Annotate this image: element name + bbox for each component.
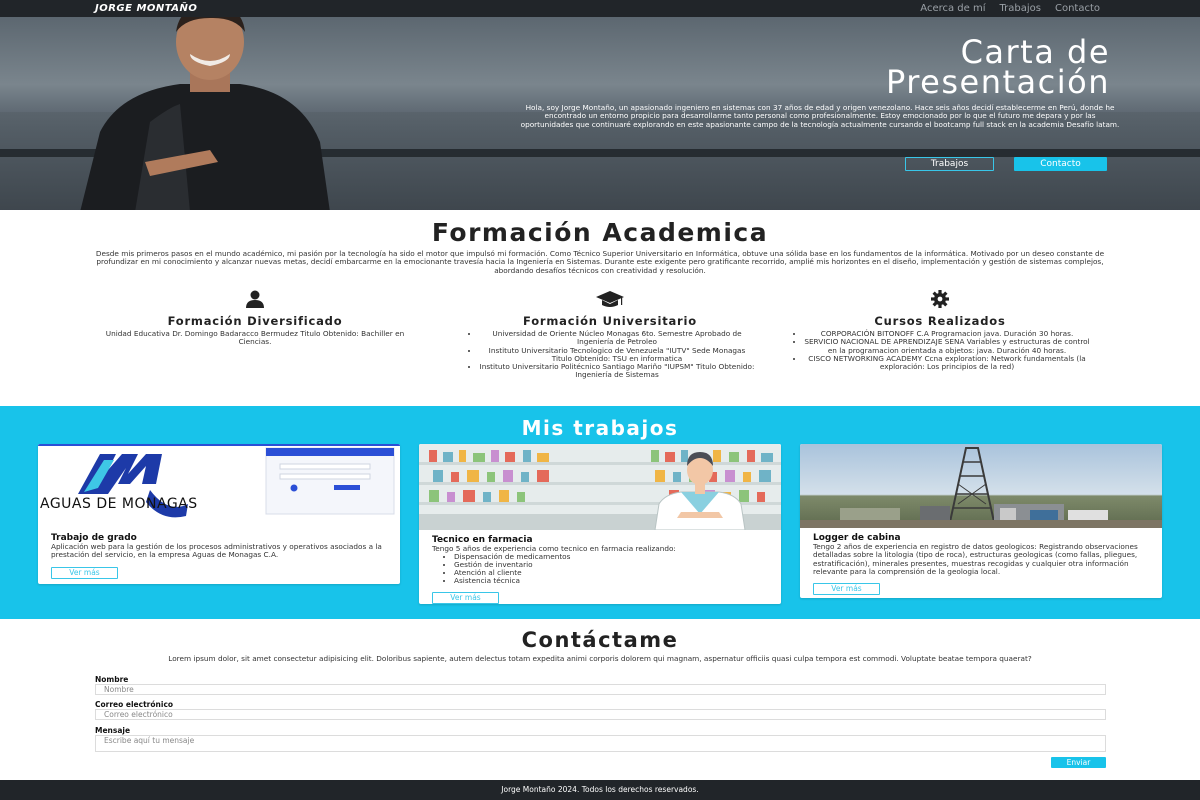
contacto-title: Contáctame (521, 628, 679, 652)
list-item: Asistencia técnica (454, 577, 768, 585)
email-input[interactable]: Correo electrónico (95, 709, 1106, 720)
contacto-intro: Lorem ipsum dolor, sit amet consectetur … (168, 654, 1032, 663)
card-body: Logger de cabina Tengo 2 años de experie… (800, 528, 1162, 598)
work-card-aguas: AGUAS DE MONAGAS Trabajo de grado Aplica… (38, 444, 400, 584)
aguas-monagas-image: AGUAS DE MONAGAS (38, 444, 400, 528)
hero-section: Carta de Presentación Hola, soy Jorge Mo… (0, 17, 1200, 210)
brand-logo[interactable]: JORGE MONTAÑO (95, 3, 197, 14)
card-body: Trabajo de grado Aplicación web para la … (38, 528, 400, 584)
enviar-button[interactable]: Enviar (1051, 757, 1106, 768)
gear-icon (931, 290, 949, 308)
aguas-logo-text: AGUAS DE MONAGAS (40, 496, 198, 512)
list-item: Instituto Universitario Politécnico Sant… (479, 363, 755, 380)
column-text: Unidad Educativa Dr. Domingo Badaracco B… (105, 329, 405, 347)
trabajos-title: Mis trabajos (521, 416, 679, 440)
cursos-list: CORPORACIÓN BITONOFF C.A Programacion ja… (790, 329, 1090, 372)
ver-mas-button[interactable]: Ver más (51, 566, 118, 579)
list-item: SERVICIO NACIONAL DE APRENDIZAJE SENA Va… (804, 338, 1090, 355)
formacion-title: Formación Academica (431, 218, 769, 247)
card-text: Tengo 2 años de experiencia en registro … (813, 542, 1138, 576)
nombre-label: Nombre (95, 675, 129, 684)
formacion-diversificado-column: Formación Diversificado Unidad Educativa… (95, 290, 415, 347)
nav-link-contacto[interactable]: Contacto (1055, 3, 1100, 14)
formacion-universitario-column: Formación Universitario Universidad de O… (465, 290, 755, 380)
list-item: Universidad de Oriente Núcleo Monagas 6t… (479, 329, 755, 347)
nombre-input[interactable]: Nombre (95, 684, 1106, 695)
user-icon (246, 290, 264, 308)
work-card-logger: Logger de cabina Tengo 2 años de experie… (800, 444, 1162, 598)
farmacia-list: Dispensación de medicamentos Gestión de … (432, 553, 768, 585)
email-label: Correo electrónico (95, 700, 174, 709)
ver-mas-button[interactable]: Ver más (813, 583, 880, 596)
column-title: Cursos Realizados (874, 314, 1006, 328)
list-item: CISCO NETWORKING ACADEMY Ccna exploratio… (804, 354, 1090, 372)
footer: Jorge Montaño 2024. Todos los derechos r… (0, 780, 1200, 800)
mensaje-textarea[interactable]: Escribe aquí tu mensaje (95, 735, 1106, 752)
nav-link-trabajos[interactable]: Trabajos (1000, 3, 1041, 14)
pharmacist-illustration (419, 444, 781, 530)
work-card-farmacia: Tecnico en farmacia Tengo 5 años de expe… (419, 444, 781, 604)
cursos-realizados-column: Cursos Realizados CORPORACIÓN BITONOFF C… (790, 290, 1090, 371)
trabajos-button[interactable]: Trabajos (905, 157, 994, 171)
column-title: Formación Universitario (523, 314, 697, 328)
drilling-rig-image (800, 444, 1162, 528)
nav-links: Acerca de mí Trabajos Contacto (920, 3, 1100, 14)
mensaje-label: Mensaje (95, 726, 131, 735)
hero-title: Carta de Presentación (885, 33, 1110, 101)
drilling-rig-graphic (800, 447, 1162, 528)
nav-link-acerca[interactable]: Acerca de mí (920, 3, 985, 14)
column-title: Formación Diversificado (167, 314, 343, 328)
graduation-cap-icon (596, 291, 624, 307)
farmacia-image (419, 444, 781, 530)
card-body: Tecnico en farmacia Tengo 5 años de expe… (419, 530, 781, 604)
list-item: Instituto Universitario Tecnologico de V… (479, 346, 755, 364)
hero-portrait-photo (80, 17, 330, 210)
hero-intro-text: Hola, soy Jorge Montaño, un apasionado i… (520, 103, 1120, 129)
formacion-intro: Desde mis primeros pasos en el mundo aca… (95, 249, 1105, 275)
navbar: JORGE MONTAÑO Acerca de mí Trabajos Cont… (0, 0, 1200, 17)
contacto-button[interactable]: Contacto (1014, 157, 1107, 171)
aguas-logo-graphic (38, 444, 400, 518)
ver-mas-button[interactable]: Ver más (432, 592, 499, 604)
card-text: Aplicación web para la gestión de los pr… (51, 542, 382, 560)
universitario-list: Universidad de Oriente Núcleo Monagas 6t… (465, 329, 755, 380)
